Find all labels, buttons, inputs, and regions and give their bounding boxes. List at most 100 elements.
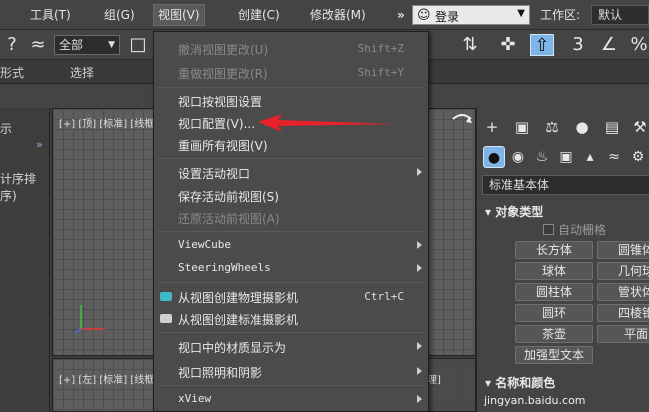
select-rotate-icon[interactable]: ⇧ [530, 34, 554, 56]
menu-item-label: ViewCube [178, 238, 231, 251]
menu-item-label: 视口按视图设置 [178, 95, 263, 109]
motion-tab-icon[interactable]: ● [571, 116, 593, 138]
teapot-button[interactable]: 茶壶 [515, 325, 593, 343]
menu-item-label: 视口照明和阴影 [178, 366, 263, 380]
menu-bar: 工具(T) 组(G) 视图(V) 创建(C) 修改器(M) » ☺ 登录 ▼ 工… [0, 0, 649, 30]
utilities-tab-icon[interactable]: ⚒ [629, 116, 649, 138]
category-select[interactable]: 标准基本体 [482, 175, 649, 195]
name-color-rollout[interactable]: ▾ 名称和颜色 [485, 374, 555, 391]
menu-item-label: 重做视图更改(R) [178, 67, 268, 81]
viewport-top-label[interactable]: [+] [顶] [标准] [线框] [59, 115, 158, 130]
menu-item-redo-view-change[interactable]: 重做视图更改(R) Shift+Y [154, 62, 428, 84]
menu-item-save-active-view[interactable]: 保存活动前视图(S) [154, 185, 428, 207]
checkbox-box [543, 224, 554, 235]
create-tab-icon[interactable]: + [481, 116, 503, 138]
menu-item-label: 重画所有视图(V) [178, 139, 268, 153]
menu-group[interactable]: 组(G) [104, 6, 135, 24]
menu-create[interactable]: 创建(C) [238, 6, 280, 24]
menu-separator [158, 282, 424, 283]
menu-item-redraw-all-views[interactable]: 重画所有视图(V) [154, 134, 428, 156]
display-tab-icon[interactable]: ▤ [601, 116, 623, 138]
pyramid-button[interactable]: 四棱锥 [597, 304, 649, 322]
menu-item-create-standard-camera[interactable]: 从视图创建标准摄影机 [154, 308, 428, 330]
menu-item-viewcube[interactable]: ViewCube [154, 235, 428, 257]
selection-filter-value: 全部 [59, 38, 84, 52]
ribbon-tab-select[interactable]: 选择 [70, 64, 94, 81]
move-icon[interactable]: ✜ [496, 34, 520, 56]
submenu-arrow-icon [417, 395, 422, 403]
menu-item-label: 视口配置(V)... [178, 117, 256, 131]
plane-button[interactable]: 平面 [597, 325, 649, 343]
viewport-left-label[interactable]: [+] [左] [标准] [线框] [59, 371, 158, 386]
menu-item-label: SteeringWheels [178, 261, 271, 274]
submenu-arrow-icon [417, 342, 422, 350]
menu-item-shortcut: Ctrl+C [364, 290, 404, 303]
menu-item-create-physical-camera[interactable]: 从视图创建物理摄影机 Ctrl+C [154, 286, 428, 308]
ribbon-tab-form[interactable]: 形式 [0, 64, 24, 81]
lights-icon[interactable]: ♨ [531, 146, 553, 168]
viewcube-icon[interactable] [449, 111, 475, 135]
cameras-icon[interactable]: ▣ [555, 146, 577, 168]
bind-spacewarp-icon[interactable]: ≈ [26, 34, 50, 56]
menu-item-label: 视口中的材质显示为 [178, 341, 287, 355]
login-dropdown[interactable]: ☺ 登录 ▼ [412, 5, 530, 25]
menu-item-label: 撤消视图更改(U) [178, 43, 269, 57]
command-panel: + ▣ ⚖ ● ▤ ⚒ ● ◉ ♨ ▣ ▴ ≈ ⚙ 标准基本体 ▾ 对象类型 自… [476, 108, 649, 412]
modify-tab-icon[interactable]: ▣ [511, 116, 533, 138]
box-button[interactable]: 长方体 [515, 241, 593, 259]
torus-button[interactable]: 圆环 [515, 304, 593, 322]
menu-item-label: 从视图创建标准摄影机 [178, 313, 299, 327]
chevron-down-icon: ▼ [517, 8, 525, 19]
snaps-toggle-icon[interactable]: 3 [566, 34, 590, 56]
autogrid-checkbox[interactable]: 自动栅格 [543, 221, 606, 238]
scene-explorer-panel: 示 » 计序排序) [0, 108, 50, 412]
tube-button[interactable]: 管状体 [597, 283, 649, 301]
geometry-icon[interactable]: ● [483, 146, 505, 168]
percent-snap-icon[interactable]: % [627, 34, 649, 56]
sort-order-label: 计序排序) [0, 172, 37, 203]
menu-item-steeringwheels[interactable]: SteeringWheels [154, 258, 428, 280]
menu-item-undo-view-change[interactable]: 撤消视图更改(U) Shift+Z [154, 38, 428, 60]
menu-item-set-active-viewport[interactable]: 设置活动视口 [154, 162, 428, 184]
menu-tools[interactable]: 工具(T) [30, 6, 71, 24]
chevron-down-icon: ▼ [108, 40, 115, 50]
workspace-label: 工作区: [540, 8, 581, 22]
standard-camera-icon [160, 314, 172, 323]
menu-view[interactable]: 视图(V) [153, 4, 205, 26]
menu-item-restore-active-view[interactable]: 还原活动前视图(A) [154, 207, 428, 229]
submenu-arrow-icon [417, 241, 422, 249]
sphere-button[interactable]: 球体 [515, 262, 593, 280]
menu-overflow-button[interactable]: » [397, 6, 405, 24]
help-icon[interactable]: ? [0, 34, 24, 56]
menu-item-material-display[interactable]: 视口中的材质显示为 [154, 336, 428, 358]
shapes-icon[interactable]: ◉ [507, 146, 529, 168]
select-object-icon[interactable]: □ [126, 34, 150, 56]
geosphere-button[interactable]: 几何球 [597, 262, 649, 280]
object-type-title: 对象类型 [495, 205, 544, 219]
cylinder-button[interactable]: 圆柱体 [515, 283, 593, 301]
selection-filter-select[interactable]: 全部 ▼ [54, 35, 120, 55]
menu-modifiers[interactable]: 修改器(M) [310, 6, 366, 24]
hierarchy-tab-icon[interactable]: ⚖ [541, 116, 563, 138]
spacewarps-icon[interactable]: ≈ [603, 146, 625, 168]
menu-item-lighting-shadows[interactable]: 视口照明和阴影 [154, 361, 428, 383]
menu-item-label: 还原活动前视图(A) [178, 212, 280, 226]
submenu-arrow-icon [417, 168, 422, 176]
submenu-arrow-icon [417, 264, 422, 272]
collapse-icon: ▾ [485, 205, 496, 219]
systems-icon[interactable]: ⚙ [627, 146, 649, 168]
menu-item-label: 设置活动视口 [178, 167, 251, 181]
workspace-select[interactable]: 默认 [591, 5, 649, 25]
helpers-icon[interactable]: ▴ [579, 146, 601, 168]
viewport-perspective-label[interactable]: 理] [427, 371, 441, 386]
textplus-button[interactable]: 加强型文本 [515, 346, 593, 364]
menu-item-per-view-settings[interactable]: 视口按视图设置 [154, 90, 428, 112]
object-type-rollout[interactable]: ▾ 对象类型 [485, 203, 543, 220]
angle-snap-icon[interactable]: ∠ [597, 34, 621, 56]
expand-icon[interactable]: » [36, 138, 43, 151]
select-move-icon[interactable]: ⇅ [458, 34, 482, 56]
login-label: 登录 [435, 10, 460, 24]
cone-button[interactable]: 圆锥体 [597, 241, 649, 259]
menu-item-xview[interactable]: xView [154, 389, 428, 411]
collapse-icon: ▾ [485, 376, 496, 390]
